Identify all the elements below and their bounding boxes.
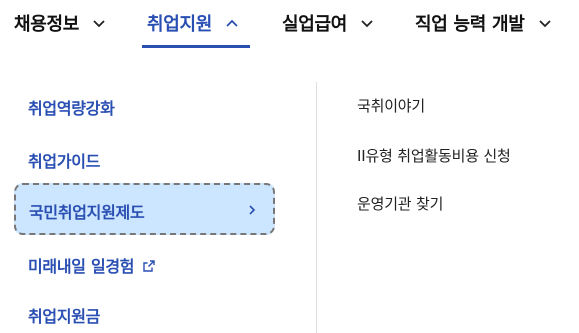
nav-item-label: 직업 능력 개발 (415, 14, 525, 35)
submenu-subitem-stories[interactable]: 국취이야기 (357, 95, 425, 116)
nav-item-label: 채용정보 (14, 14, 80, 35)
submenu-subitem-label: 국취이야기 (357, 97, 426, 115)
nav-item-label: 실업급여 (282, 14, 348, 35)
submenu-item-label: 취업역량강화 (28, 99, 115, 118)
nav-item-vocational-training[interactable]: 직업 능력 개발 (415, 8, 553, 38)
submenu-item-label: 취업가이드 (28, 152, 101, 171)
active-tab-indicator (142, 45, 250, 48)
submenu-item-label: 국민취업지원제도 (29, 203, 145, 222)
nav-item-unemployment-benefits[interactable]: 실업급여 (282, 8, 375, 38)
chevron-down-icon (359, 15, 375, 31)
chevron-down-icon (91, 15, 107, 31)
nav-item-label: 취업지원 (147, 14, 213, 35)
submenu-item-employment-subsidy[interactable]: 취업지원금 (28, 303, 100, 327)
chevron-up-icon (224, 15, 240, 31)
submenu-item-job-guide[interactable]: 취업가이드 (28, 148, 100, 172)
submenu-subitem-find-agency[interactable]: 운영기관 찾기 (357, 193, 443, 214)
submenu-item-label: 취업지원금 (28, 307, 101, 326)
submenu-item-job-competency[interactable]: 취업역량강화 (28, 95, 115, 119)
submenu-item-national-employment-support[interactable]: 국민취업지원제도 (14, 183, 275, 235)
submenu-item-label: 미래내일 일경험 (28, 257, 135, 276)
chevron-right-icon (245, 202, 259, 216)
submenu-subitem-label: 운영기관 찾기 (357, 195, 444, 213)
top-navigation: 채용정보 취업지원 실업급여 직업 능력 개발 (0, 0, 579, 48)
submenu-subitem-type2-expense-application[interactable]: II유형 취업활동비용 신청 (357, 145, 511, 166)
external-link-icon (142, 258, 156, 272)
nav-item-employment-support[interactable]: 취업지원 (147, 8, 240, 38)
submenu-item-future-work-experience[interactable]: 미래내일 일경험 (28, 253, 156, 277)
chevron-down-icon (537, 15, 553, 31)
submenu-subitem-label: II유형 취업활동비용 신청 (357, 147, 511, 165)
nav-item-recruitment-info[interactable]: 채용정보 (14, 8, 107, 38)
submenu-divider (316, 82, 317, 333)
